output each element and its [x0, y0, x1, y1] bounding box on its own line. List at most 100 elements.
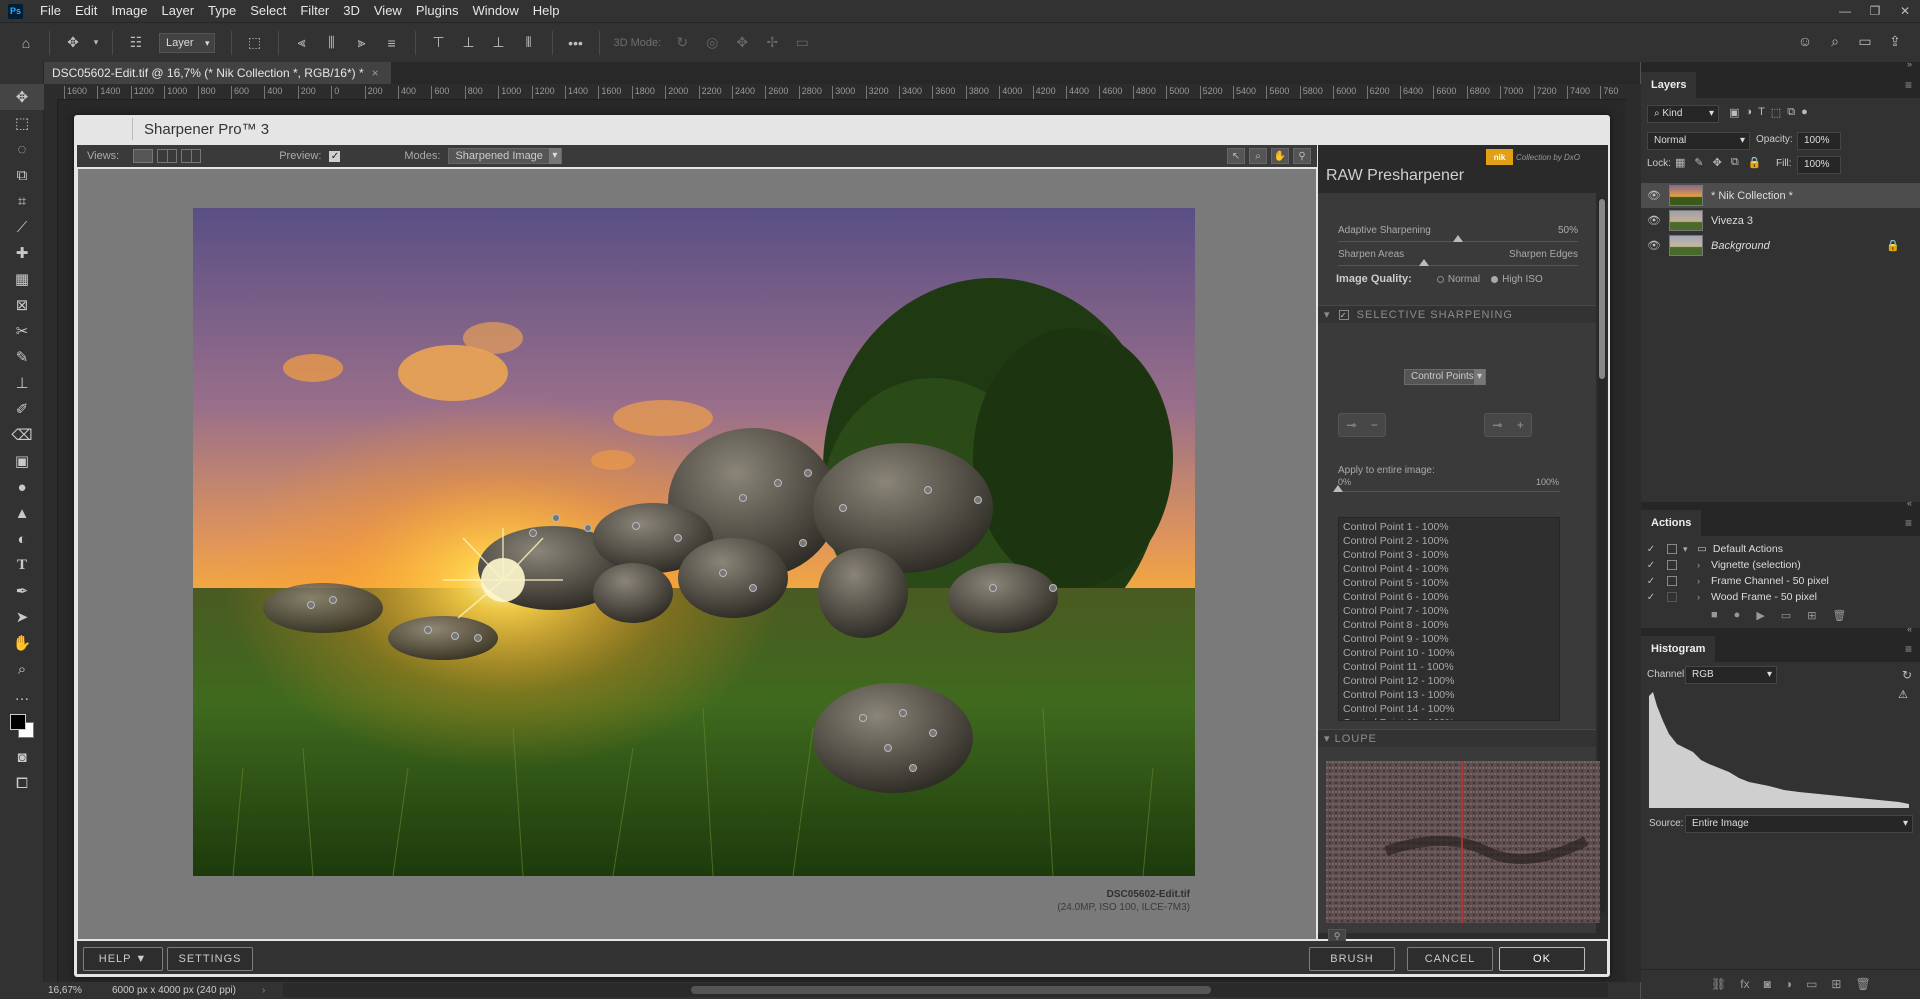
chevron-right-icon[interactable]: ›: [1697, 560, 1711, 570]
align-center-icon[interactable]: ⫼: [320, 33, 344, 53]
control-point-item[interactable]: Control Point 3 - 100%: [1343, 548, 1555, 562]
control-point-item[interactable]: Control Point 1 - 100%: [1343, 520, 1555, 534]
auto-select-icon[interactable]: ☷: [124, 33, 148, 53]
selective-checkbox[interactable]: ✓: [1338, 310, 1349, 321]
filter-toggle-icon[interactable]: ●: [1801, 106, 1808, 119]
minimize-icon[interactable]: —: [1830, 0, 1860, 22]
menu-3d[interactable]: 3D: [336, 0, 367, 22]
3d-orbit-icon[interactable]: ↻: [670, 33, 694, 53]
dialog-toggle[interactable]: [1667, 560, 1677, 570]
close-icon[interactable]: ✕: [1890, 0, 1920, 22]
dodge-tool-icon[interactable]: ◐: [0, 526, 44, 552]
workspace-icon[interactable]: ▭: [1853, 31, 1877, 51]
cancel-button[interactable]: CANCEL: [1407, 947, 1493, 971]
brush-tool-icon[interactable]: ✎: [0, 344, 44, 370]
healing-brush-tool-icon[interactable]: ✚: [0, 240, 44, 266]
loupe-header[interactable]: ▾ LOUPE: [1318, 729, 1596, 747]
align-bottom-icon[interactable]: ⊥: [487, 33, 511, 53]
menu-view[interactable]: View: [367, 0, 409, 22]
radio-normal[interactable]: [1436, 275, 1444, 283]
radio-high-iso[interactable]: [1491, 275, 1499, 283]
restore-icon[interactable]: ❐: [1860, 0, 1890, 22]
menu-plugins[interactable]: Plugins: [409, 0, 466, 22]
source-dropdown[interactable]: Entire Image ▾: [1685, 815, 1913, 833]
visibility-eye-icon[interactable]: 👁: [1641, 214, 1667, 227]
share-upload-icon[interactable]: ⇪: [1883, 31, 1907, 51]
gradient-tool-icon[interactable]: ▣: [0, 448, 44, 474]
lock-brush-icon[interactable]: ✎: [1694, 156, 1703, 169]
eyedropper-tool-icon[interactable]: ⟋: [0, 214, 44, 240]
quick-mask-icon[interactable]: ◙: [0, 744, 44, 770]
align-top-icon[interactable]: ⊤: [427, 33, 451, 53]
align-right-icon[interactable]: ⫸: [350, 33, 374, 53]
action-frame-channel[interactable]: ✓ › Frame Channel - 50 pixel: [1641, 573, 1920, 589]
menu-help[interactable]: Help: [526, 0, 567, 22]
channel-dropdown[interactable]: RGB ▾: [1685, 666, 1777, 684]
collapse-icon[interactable]: «: [1907, 624, 1912, 634]
refresh-icon[interactable]: ↻: [1902, 668, 1912, 682]
home-icon[interactable]: ⌂: [14, 33, 38, 53]
shape-filter-icon[interactable]: ⬚: [1771, 106, 1781, 119]
layer-row-background[interactable]: 👁 Background 🔒: [1641, 233, 1920, 258]
control-point-item[interactable]: Control Point 10 - 100%: [1343, 646, 1555, 660]
dialog-toggle[interactable]: [1667, 592, 1677, 602]
lasso-tool-icon[interactable]: ◌: [0, 136, 44, 162]
horizontal-scrollbar[interactable]: [283, 983, 1608, 997]
lock-position-icon[interactable]: ✥: [1713, 156, 1722, 169]
new-set-icon[interactable]: ▭: [1781, 609, 1791, 622]
share-icon[interactable]: ☺: [1793, 31, 1817, 51]
new-action-icon[interactable]: ⊞: [1807, 609, 1816, 622]
action-wood-frame[interactable]: ✓ › Wood Frame - 50 pixel: [1641, 589, 1920, 605]
layer-row-viveza[interactable]: 👁 Viveza 3: [1641, 208, 1920, 233]
zoom-level[interactable]: 16,67%: [48, 982, 82, 999]
group-icon[interactable]: ▭: [1806, 977, 1817, 991]
side-by-side-view-button[interactable]: [181, 149, 202, 163]
settings-button[interactable]: SETTINGS: [167, 947, 253, 971]
dialog-toggle[interactable]: [1667, 576, 1677, 586]
menu-window[interactable]: Window: [465, 0, 525, 22]
chevron-down-icon[interactable]: ▾: [1683, 544, 1697, 555]
screen-mode-icon[interactable]: ⧠: [0, 770, 44, 796]
auto-select-dropdown[interactable]: Layer ▾: [159, 32, 215, 53]
distribute-vertical-icon[interactable]: ⦀: [517, 33, 541, 53]
marquee-tool-icon[interactable]: ⬚: [0, 110, 44, 136]
crop-tool-icon[interactable]: ⌗: [0, 188, 44, 214]
clone-stamp-tool-icon[interactable]: ⊥: [0, 370, 44, 396]
chevron-down-icon[interactable]: ▾: [91, 33, 101, 53]
modes-dropdown[interactable]: Sharpened Image: [448, 148, 562, 164]
photoshop-logo-icon[interactable]: Ps: [8, 3, 23, 19]
pen-tool-icon[interactable]: ✒: [0, 578, 44, 604]
chevron-right-icon[interactable]: ›: [1697, 576, 1711, 586]
record-icon[interactable]: ●: [1734, 609, 1741, 622]
panel-menu-icon[interactable]: ≡: [1905, 642, 1912, 656]
adjustment-layer-icon[interactable]: ◑: [1785, 977, 1792, 991]
transform-controls-icon[interactable]: ⬚: [243, 33, 267, 53]
scroll-thumb[interactable]: [1599, 199, 1605, 379]
3d-roll-icon[interactable]: ◎: [700, 33, 724, 53]
control-point-item[interactable]: Control Point 6 - 100%: [1343, 590, 1555, 604]
check-icon[interactable]: ✓: [1641, 560, 1661, 571]
visibility-eye-icon[interactable]: 👁: [1641, 239, 1667, 252]
preview-photo[interactable]: [193, 208, 1195, 876]
new-layer-icon[interactable]: ⊞: [1831, 977, 1841, 991]
color-swatches[interactable]: [0, 708, 44, 744]
preview-checkbox[interactable]: ✓: [329, 150, 341, 162]
menu-edit[interactable]: Edit: [68, 0, 104, 22]
more-options-icon[interactable]: •••: [564, 33, 588, 53]
check-icon[interactable]: ✓: [1641, 544, 1661, 555]
layer-name[interactable]: * Nik Collection *: [1711, 190, 1793, 202]
control-point-item[interactable]: Control Point 9 - 100%: [1343, 632, 1555, 646]
blur-tool-icon[interactable]: ●: [0, 474, 44, 500]
quality-normal-option[interactable]: Normal: [1429, 274, 1480, 285]
adaptive-sharpening-slider[interactable]: [1453, 235, 1463, 242]
close-tab-icon[interactable]: ×: [372, 66, 379, 80]
opacity-input[interactable]: 100%: [1797, 132, 1841, 150]
split-view-button[interactable]: [157, 149, 178, 163]
hand-icon[interactable]: ✋: [1271, 148, 1289, 164]
control-point-item[interactable]: Control Point 15 - 100%: [1343, 716, 1555, 720]
patch-tool-icon[interactable]: ▦: [0, 266, 44, 292]
collapse-dock-icon[interactable]: »: [1907, 59, 1912, 69]
more-tools-icon[interactable]: …: [0, 682, 44, 708]
control-point-item[interactable]: Control Point 12 - 100%: [1343, 674, 1555, 688]
blend-mode-dropdown[interactable]: Normal ▾: [1647, 132, 1750, 150]
